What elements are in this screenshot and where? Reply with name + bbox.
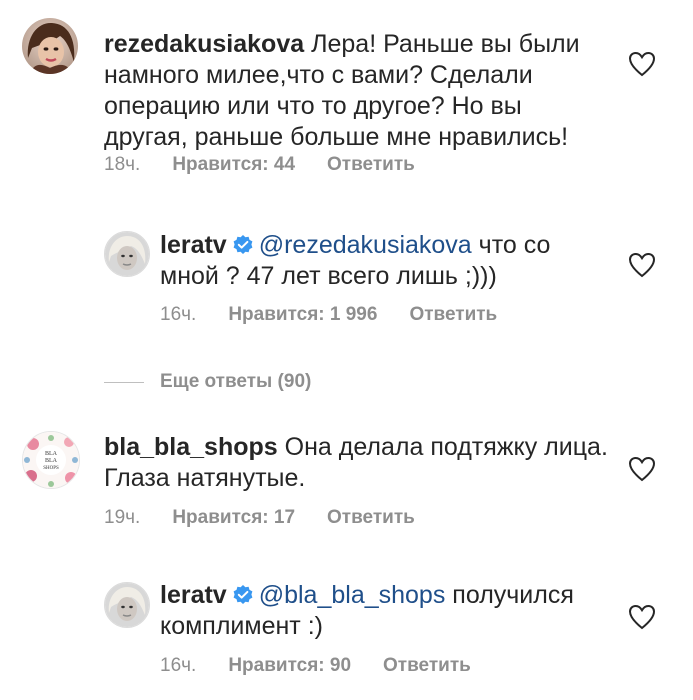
mention-link[interactable]: @bla_bla_shops	[259, 581, 446, 609]
likes-count[interactable]: Нравится: 90	[228, 655, 351, 676]
avatar[interactable]: BLA BLA SHOPS	[22, 431, 80, 489]
heart-outline-icon[interactable]	[628, 456, 656, 482]
likes-count[interactable]: Нравится: 17	[172, 507, 295, 528]
svg-text:SHOPS: SHOPS	[43, 466, 59, 471]
comment-meta: 18ч. Нравится: 44 Ответить	[104, 154, 415, 176]
more-replies-label: Еще ответы (90)	[160, 371, 312, 392]
comment-username[interactable]: leratv	[160, 581, 227, 609]
divider-line	[104, 381, 144, 383]
likes-count[interactable]: Нравится: 44	[172, 154, 295, 175]
comment-text: leratv @rezedakusiakova что со мной ? 47 …	[160, 230, 580, 292]
reply-button[interactable]: Ответить	[327, 154, 415, 175]
comment-meta: 16ч. Нравится: 90 Ответить	[160, 655, 471, 677]
reply-button[interactable]: Ответить	[327, 507, 415, 528]
heart-outline-icon[interactable]	[628, 51, 656, 77]
comment-text: leratv @bla_bla_shops получился комплимен…	[160, 580, 590, 642]
avatar[interactable]	[104, 231, 150, 277]
reply-button[interactable]: Ответить	[409, 304, 497, 325]
mention-link[interactable]: @rezedakusiakova	[259, 231, 472, 259]
svg-text:BLA: BLA	[45, 451, 58, 457]
verified-badge-icon	[233, 585, 253, 604]
heart-outline-icon[interactable]	[628, 604, 656, 630]
heart-outline-icon[interactable]	[628, 252, 656, 278]
avatar[interactable]	[104, 582, 150, 628]
comment-time[interactable]: 16ч.	[160, 304, 196, 325]
view-more-replies-button[interactable]: Еще ответы (90)	[104, 369, 311, 395]
svg-text:BLA: BLA	[45, 458, 58, 464]
comment-time[interactable]: 16ч.	[160, 655, 196, 676]
comment-username[interactable]: bla_bla_shops	[104, 433, 278, 461]
comment-username[interactable]: leratv	[160, 231, 227, 259]
comment-meta: 16ч. Нравится: 1 996 Ответить	[160, 304, 497, 326]
comment-meta: 19ч. Нравится: 17 Ответить	[104, 507, 415, 529]
comment-text: rezedakusiakova Лера! Раньше вы были нам…	[104, 29, 604, 153]
comment-text: bla_bla_shops Она делала подтяжку лица. …	[104, 432, 614, 494]
comment-time[interactable]: 18ч.	[104, 154, 140, 175]
reply-button[interactable]: Ответить	[383, 655, 471, 676]
verified-badge-icon	[233, 235, 253, 254]
comment-time[interactable]: 19ч.	[104, 507, 140, 528]
comment-username[interactable]: rezedakusiakova	[104, 30, 304, 58]
likes-count[interactable]: Нравится: 1 996	[228, 304, 377, 325]
avatar[interactable]	[22, 18, 78, 74]
